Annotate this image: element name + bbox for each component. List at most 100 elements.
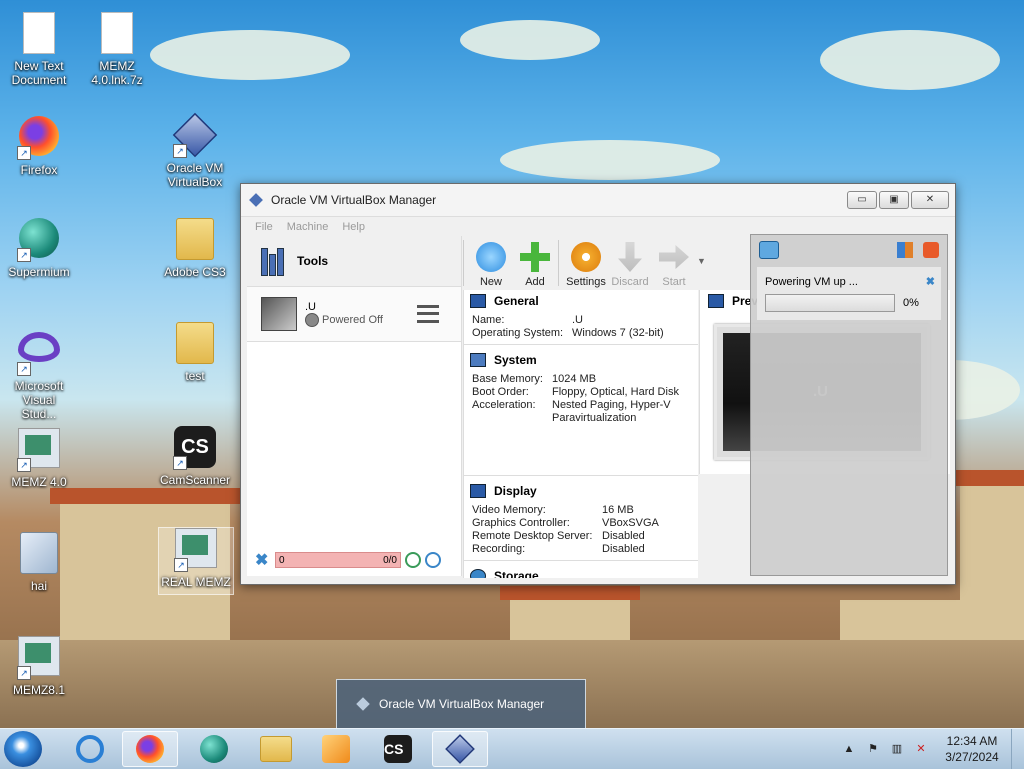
folder-icon [260, 736, 292, 762]
detail-key: Graphics Controller: [472, 517, 570, 529]
desktop-icon-real-memz[interactable]: ↗ REAL MEMZ [158, 527, 234, 595]
detail-key: Recording: [472, 543, 526, 555]
desktop-icon-memz-40[interactable]: ↗ MEMZ 4.0 [4, 428, 74, 489]
close-button[interactable]: ✕ [911, 191, 949, 209]
settings-button[interactable]: Settings [565, 242, 607, 288]
add-button[interactable]: Add [514, 242, 556, 288]
desktop-icon-supermium[interactable]: ↗ Supermium [4, 218, 74, 279]
visual-studio-icon [18, 332, 60, 362]
detail-value: 16 MB [602, 504, 634, 516]
cloud [500, 140, 720, 180]
desktop-icon-camscanner[interactable]: CS ↗ CamScanner [160, 426, 230, 487]
new-button[interactable]: New [470, 242, 512, 288]
minimize-button[interactable]: ▭ [847, 191, 877, 209]
desktop-icon-label: Microsoft Visual Stud... [14, 379, 64, 421]
start-button[interactable]: Start [653, 242, 695, 288]
storage-section-header[interactable]: Storage [464, 565, 698, 578]
general-section-header[interactable]: General [464, 290, 698, 314]
clock[interactable]: 12:34 AM 3/27/2024 [933, 733, 1011, 765]
thumbnail-title: Oracle VM VirtualBox Manager [379, 697, 545, 711]
taskbar-media-player[interactable] [308, 731, 364, 767]
clear-all-icon[interactable] [923, 242, 939, 258]
show-desktop-button[interactable] [1011, 729, 1024, 769]
display-section-header[interactable]: Display [464, 480, 698, 504]
system-tray: ▲ ⚑ ▥ ✕ 12:34 AM 3/27/2024 [837, 729, 1024, 769]
sort-icon[interactable] [897, 242, 913, 258]
network-icon[interactable]: ▥ [890, 742, 904, 756]
detail-row: Graphics Controller: VBoxSVGA [464, 517, 698, 530]
show-hidden-icons-icon[interactable]: ▲ [842, 742, 856, 756]
shortcut-arrow-icon: ↗ [17, 666, 31, 680]
search-icon[interactable] [405, 552, 421, 568]
taskbar-thumbnail-preview[interactable]: Oracle VM VirtualBox Manager [336, 679, 586, 729]
desktop-icon-firefox[interactable]: ↗ Firefox [4, 116, 74, 177]
new-label: New [479, 276, 502, 288]
start-button[interactable] [4, 731, 42, 767]
desktop-icon-adobe-cs3[interactable]: Adobe CS3 [160, 218, 230, 279]
desktop-icon-label: Supermium [8, 265, 70, 279]
detail-row: Base Memory: 1024 MB [464, 373, 698, 386]
details-menu-icon[interactable] [417, 303, 439, 325]
taskbar-firefox[interactable] [122, 731, 178, 767]
menu-help[interactable]: Help [342, 221, 365, 233]
desktop-icon-hai[interactable]: hai [4, 532, 74, 593]
start-label: Start [662, 276, 686, 288]
vm-list-item[interactable]: .U Powered Off [247, 286, 461, 342]
action-center-flag-icon[interactable]: ⚑ [866, 742, 880, 756]
progress-bar: 0 0/0 [275, 552, 401, 568]
desktop-icon-memz-7z[interactable]: MEMZ 4.0.lnk.7z [82, 12, 152, 87]
progress-count: 0/0 [383, 554, 397, 566]
volume-muted-icon[interactable]: ✕ [914, 742, 928, 756]
taskbar-virtualbox[interactable] [432, 731, 488, 767]
taskbar-camscanner[interactable]: CS [370, 731, 426, 767]
vm-state: Powered Off [305, 313, 383, 327]
cloud [150, 30, 350, 80]
preview-vm-label: .U [813, 383, 828, 400]
powered-off-icon [305, 313, 319, 327]
desktop-icon-label: REAL MEMZ [161, 575, 231, 589]
menu-file[interactable]: File [255, 221, 273, 233]
desktop-icon-label: MEMZ 4.0.lnk.7z [91, 59, 143, 87]
tools-icon [259, 246, 287, 276]
system-section-header[interactable]: System [464, 349, 698, 373]
detail-row: Video Memory: 16 MB [464, 504, 698, 517]
file-icon [20, 532, 58, 574]
discard-arrow-icon [618, 242, 642, 272]
detail-value: Disabled [602, 530, 645, 542]
progress-value: 0 [279, 554, 285, 566]
toolbar-separator [463, 240, 464, 286]
shortcut-arrow-icon: ↗ [174, 558, 188, 572]
tools-item[interactable]: Tools [247, 236, 461, 286]
taskbar-file-explorer[interactable] [248, 731, 304, 767]
menu-machine[interactable]: Machine [287, 221, 329, 233]
virtualbox-icon [356, 697, 370, 711]
desktop-icon-test[interactable]: test [160, 322, 230, 383]
virtualbox-icon [445, 734, 475, 764]
detail-value: Paravirtualization [552, 412, 637, 424]
desktop-icon-memz81[interactable]: ↗ MEMZ8.1 [4, 636, 74, 697]
folder-icon [176, 322, 214, 364]
folder-icon [176, 218, 214, 260]
building-roof [500, 586, 640, 600]
maximize-button[interactable]: ▣ [879, 191, 909, 209]
building [960, 480, 1024, 660]
refresh-icon[interactable] [425, 552, 441, 568]
desktop-icon-oracle-vm-virtualbox[interactable]: ↗ Oracle VM VirtualBox [160, 112, 230, 189]
taskbar-internet-explorer[interactable] [62, 731, 118, 767]
notification-icon[interactable] [759, 241, 779, 259]
notification-center-panel: Powering VM up ... ✖ 0% .U [750, 234, 948, 576]
cancel-progress-icon[interactable]: ✖ [255, 550, 271, 570]
detail-key: Boot Order: [472, 386, 529, 398]
cancel-icon[interactable]: ✖ [926, 275, 935, 288]
window-titlebar[interactable]: Oracle VM VirtualBox Manager ▭ ▣ ✕ [241, 184, 955, 217]
global-progress: ✖ 0 0/0 [247, 550, 461, 570]
general-title: General [494, 294, 539, 308]
discard-button[interactable]: Discard [609, 242, 651, 288]
cloud [460, 20, 600, 60]
detail-key: Operating System: [472, 327, 564, 339]
start-dropdown-arrow-icon[interactable]: ▼ [697, 256, 706, 266]
desktop-icon-visual-studio[interactable]: ↗ Microsoft Visual Stud... [4, 324, 74, 421]
desktop-icon-new-text-document[interactable]: New Text Document [4, 12, 74, 87]
taskbar-supermium[interactable] [186, 731, 242, 767]
archive-file-icon [101, 12, 133, 54]
